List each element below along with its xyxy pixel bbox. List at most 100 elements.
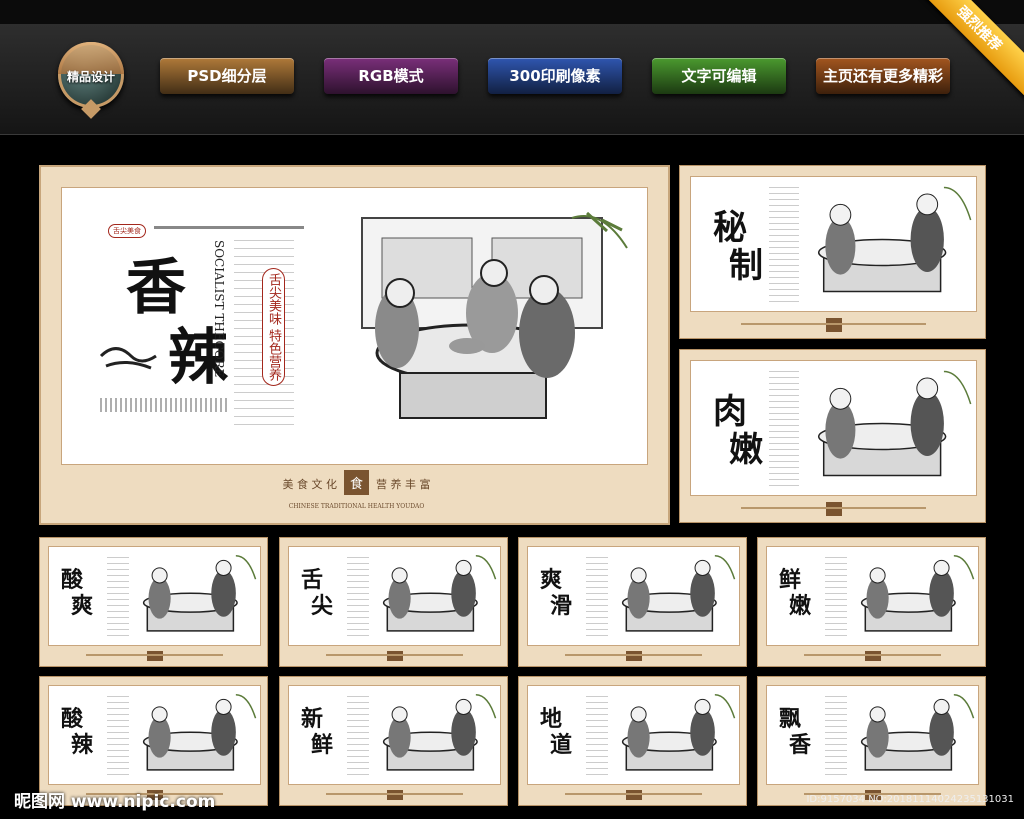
small-poster: 秘制 bbox=[679, 165, 986, 339]
footer-seal bbox=[386, 651, 403, 661]
poster-title-char: 嫩 bbox=[789, 593, 812, 619]
poem-text-column bbox=[586, 696, 608, 776]
small-poster: 舌尖 bbox=[279, 537, 508, 667]
dining-scene-illustration bbox=[142, 693, 257, 771]
small-poster: 飘香 bbox=[757, 676, 986, 806]
main-title-char-1: 香 bbox=[126, 253, 186, 323]
psd-layers-button[interactable]: PSD细分层 bbox=[160, 58, 294, 94]
dining-scene-illustration bbox=[860, 693, 975, 771]
poster-title-char: 鲜 bbox=[311, 732, 334, 758]
poster-title-char: 辣 bbox=[71, 732, 94, 758]
footer-english: CHINESE TRADITIONAL HEALTH YOUDAO bbox=[288, 503, 425, 510]
dining-scene-illustration bbox=[142, 554, 257, 632]
main-poster: 舌尖美食 香 辣 SOCIALIST THECORE 舌尖美味 特色营养 美 食… bbox=[39, 165, 670, 525]
dining-scene-illustration bbox=[817, 370, 972, 477]
footer-seal bbox=[146, 651, 163, 661]
footer-line bbox=[325, 793, 464, 795]
poem-text-column bbox=[107, 696, 129, 776]
editable-text-button[interactable]: 文字可编辑 bbox=[652, 58, 786, 94]
footer-line bbox=[803, 654, 942, 656]
poem-text-column bbox=[107, 557, 129, 637]
dining-scene-illustration bbox=[860, 554, 975, 632]
poem-text-column bbox=[769, 187, 799, 303]
badge-label: 精品设计 bbox=[66, 70, 115, 84]
quality-badge-icon: 精品设计 bbox=[58, 42, 124, 119]
dining-scene-illustration bbox=[817, 186, 972, 293]
poster-title-char: 爽 bbox=[540, 567, 563, 593]
footer-right-text: 营 养 丰 富 bbox=[376, 478, 431, 491]
footer-line bbox=[325, 654, 464, 656]
main-poster-canvas: 舌尖美食 香 辣 SOCIALIST THECORE 舌尖美味 特色营养 bbox=[61, 187, 648, 465]
poem-text-column bbox=[347, 696, 369, 776]
poster-title-char: 香 bbox=[789, 732, 812, 758]
footer-seal bbox=[825, 318, 842, 332]
poem-text-column bbox=[586, 557, 608, 637]
footer-line bbox=[741, 323, 926, 325]
dining-scene-illustration bbox=[621, 693, 736, 771]
footer-line bbox=[564, 793, 703, 795]
poster-title-char: 酸 bbox=[61, 567, 84, 593]
cuisine-tag: 舌尖美食 bbox=[108, 224, 146, 238]
poster-title-char: 嫩 bbox=[729, 430, 763, 470]
poster-title-char: 尖 bbox=[311, 593, 334, 619]
poem-text-column bbox=[825, 557, 847, 637]
footer-seal bbox=[625, 651, 642, 661]
small-poster-canvas: 秘制 bbox=[690, 176, 977, 312]
footer-line bbox=[741, 507, 926, 509]
poster-title-char: 滑 bbox=[550, 593, 573, 619]
footer-seal bbox=[864, 651, 881, 661]
small-poster-canvas: 肉嫩 bbox=[690, 360, 977, 496]
poster-title-char: 道 bbox=[550, 732, 573, 758]
footer-left-text: 美 食 文 化 bbox=[282, 478, 337, 491]
dining-scene-illustration bbox=[361, 211, 628, 419]
poem-text-column bbox=[347, 557, 369, 637]
intro-text-line bbox=[154, 226, 304, 229]
image-id-label: ID:9157034 NO:20181114024235131031 bbox=[806, 794, 1014, 805]
poster-title-char: 肉 bbox=[713, 392, 747, 432]
small-poster-canvas: 飘香 bbox=[766, 685, 979, 785]
dining-scene-illustration bbox=[621, 554, 736, 632]
poster-title-char: 舌 bbox=[301, 567, 324, 593]
small-poster-canvas: 酸辣 bbox=[48, 685, 261, 785]
small-poster-canvas: 酸爽 bbox=[48, 546, 261, 646]
vertical-slogan: 舌尖美味 特色营养 bbox=[262, 268, 285, 387]
poem-text-column bbox=[825, 696, 847, 776]
footer-line bbox=[564, 654, 703, 656]
small-poster: 肉嫩 bbox=[679, 349, 986, 523]
poster-title-char: 鲜 bbox=[779, 567, 802, 593]
caption-line bbox=[100, 398, 230, 412]
site-watermark: 昵图网 www.nipic.com bbox=[14, 792, 216, 812]
poster-title-char: 酸 bbox=[61, 706, 84, 732]
recommend-ribbon: 强烈推荐 bbox=[914, 0, 1024, 100]
small-poster: 酸爽 bbox=[39, 537, 268, 667]
dining-scene-illustration bbox=[382, 693, 497, 771]
rgb-mode-button[interactable]: RGB模式 bbox=[324, 58, 458, 94]
small-poster-canvas: 舌尖 bbox=[288, 546, 501, 646]
footer-seal bbox=[386, 790, 403, 800]
footer-line bbox=[85, 654, 224, 656]
small-poster: 爽滑 bbox=[518, 537, 747, 667]
footer-seal bbox=[625, 790, 642, 800]
poster-title-char: 爽 bbox=[71, 593, 94, 619]
poem-text-column bbox=[769, 371, 799, 487]
footer-seal bbox=[825, 502, 842, 516]
small-poster-canvas: 地道 bbox=[527, 685, 740, 785]
poster-title-char: 秘 bbox=[713, 208, 747, 248]
small-poster-canvas: 鲜嫩 bbox=[766, 546, 979, 646]
poster-title-char: 地 bbox=[540, 706, 563, 732]
poster-title-char: 新 bbox=[301, 706, 324, 732]
small-poster-canvas: 新鲜 bbox=[288, 685, 501, 785]
english-vertical-label: SOCIALIST THECORE bbox=[212, 240, 226, 378]
small-poster: 鲜嫩 bbox=[757, 537, 986, 667]
small-poster-canvas: 爽滑 bbox=[527, 546, 740, 646]
print-resolution-button[interactable]: 300印刷像素 bbox=[488, 58, 622, 94]
small-poster: 地道 bbox=[518, 676, 747, 806]
poster-title-char: 飘 bbox=[779, 706, 802, 732]
footer-seal: 食 bbox=[343, 470, 369, 495]
feature-toolbar: 精品设计 PSD细分层 RGB模式 300印刷像素 文字可编辑 主页还有更多精彩… bbox=[0, 0, 1024, 135]
top-black-bar bbox=[0, 0, 1024, 24]
cloud-swirl-icon bbox=[99, 347, 157, 370]
dining-scene-illustration bbox=[382, 554, 497, 632]
small-poster: 新鲜 bbox=[279, 676, 508, 806]
poster-title-char: 制 bbox=[729, 246, 763, 286]
